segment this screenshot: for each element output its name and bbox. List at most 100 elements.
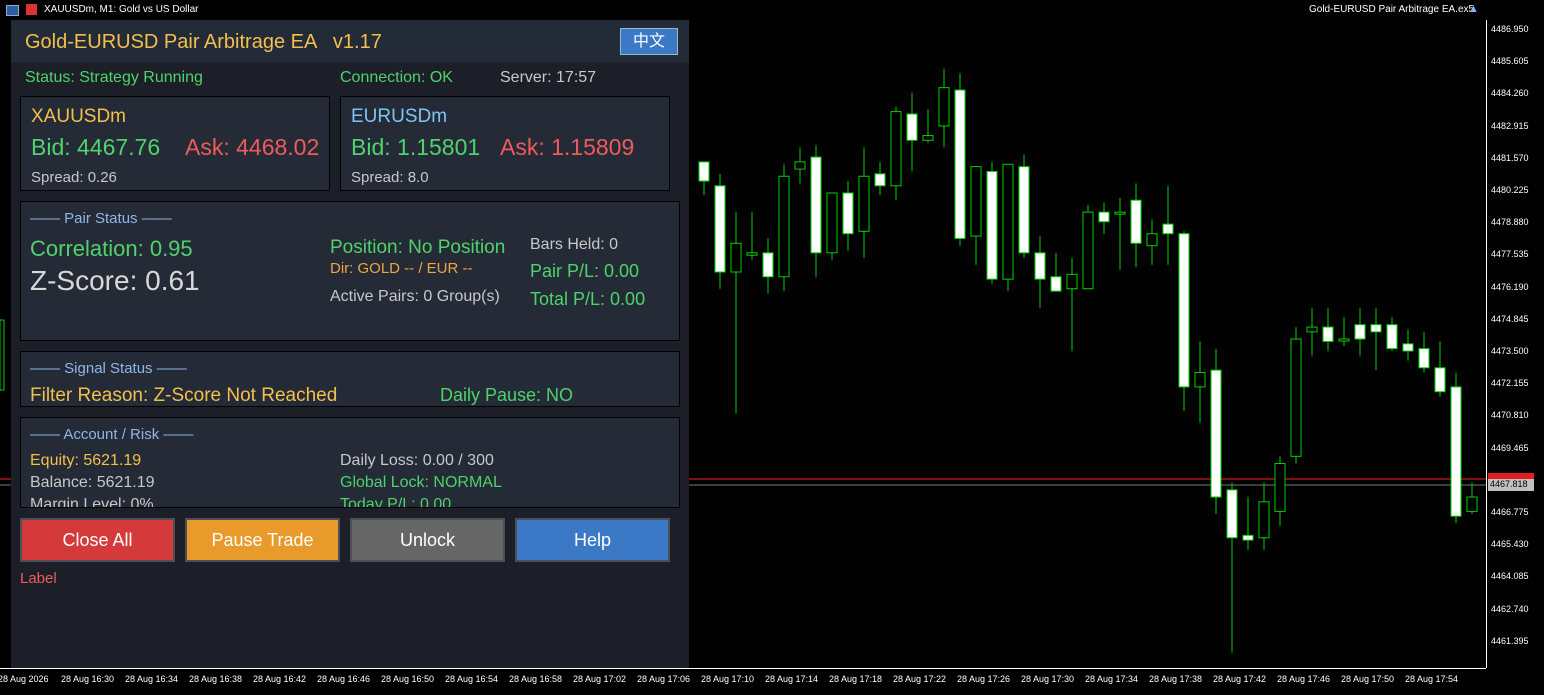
candle-body — [1418, 348, 1430, 369]
time-tick: 28 Aug 17:30 — [1021, 674, 1075, 684]
candle-body — [746, 252, 758, 256]
ea-hat-icon[interactable]: ▲ — [1468, 3, 1479, 15]
label-text: Label — [20, 570, 57, 587]
position-text: Position: No Position — [330, 237, 506, 258]
price-tick: 4484.260 — [1491, 88, 1529, 99]
candle-body — [1146, 233, 1158, 247]
candle-body — [1194, 372, 1206, 388]
daily-loss: Daily Loss: 0.00 / 300 — [340, 452, 494, 469]
unlock-button[interactable]: Unlock — [350, 518, 505, 562]
price-tick: 4480.225 — [1491, 185, 1529, 195]
equity: Equity: 5621.19 — [30, 452, 142, 469]
price-tick: 4485.605 — [1491, 56, 1529, 67]
correlation: Correlation: 0.95 — [30, 236, 193, 261]
time-tick: 28 Aug 17:22 — [893, 674, 947, 684]
candle-body — [1290, 338, 1302, 457]
time-tick: 28 Aug 2026 — [0, 674, 49, 684]
candle-body — [1402, 343, 1414, 352]
candle-body — [1130, 199, 1142, 244]
signal-status-header: —— Signal Status —— — [30, 360, 187, 377]
price-tick: 4469.465 — [1491, 442, 1529, 453]
candle-body — [1466, 496, 1478, 512]
candles — [698, 68, 1478, 653]
price-tick: 4481.570 — [1491, 152, 1529, 163]
total-pl: Total P/L: 0.00 — [530, 289, 646, 309]
panel-title: Gold-EURUSD Pair Arbitrage EA v1.17 — [25, 31, 382, 53]
price-tick: 4465.430 — [1491, 539, 1529, 550]
candle-body — [730, 242, 742, 273]
time-tick: 28 Aug 17:38 — [1149, 674, 1203, 684]
edge-candle-left — [0, 319, 5, 391]
ea-panel: Gold-EURUSD Pair Arbitrage EA v1.17 中文 S… — [11, 20, 689, 668]
pair-status-header: —— Pair Status —— — [30, 210, 172, 227]
window-title: XAUUSDm, M1: Gold vs US Dollar — [44, 4, 199, 15]
time-tick: 28 Aug 16:50 — [381, 674, 435, 684]
pair-pl: Pair P/L: 0.00 — [530, 261, 640, 281]
price-axis[interactable]: 4486.950 4485.605 4484.260 4482.915 4481.570… — [1486, 20, 1544, 668]
candle-body — [762, 252, 774, 278]
time-axis[interactable]: 28 Aug 2026 28 Aug 16:30 28 Aug 16:34 28 Au… — [0, 668, 1486, 695]
time-tick: 28 Aug 16:46 — [317, 674, 371, 684]
xau-symbol: XAUUSDm — [31, 106, 127, 127]
candle-body — [986, 170, 998, 280]
direction-text: Dir: GOLD -- / EUR -- — [330, 260, 473, 277]
candle-body — [890, 111, 902, 187]
time-tick: 28 Aug 17:42 — [1213, 674, 1267, 684]
bid-price-tag — [1488, 473, 1534, 479]
active-pairs: Active Pairs: 0 Group(s) — [330, 288, 500, 305]
xau-box: XAUUSDm Bid: 4467.76 Ask: 4468.02 Spread… — [20, 96, 330, 191]
xau-spread: Spread: 0.26 — [31, 169, 117, 186]
help-button[interactable]: Help — [515, 518, 670, 562]
candle-body — [1114, 211, 1126, 215]
price-tick: 4461.395 — [1491, 635, 1529, 646]
candle-body — [826, 192, 838, 254]
candle-body — [698, 161, 710, 182]
language-button[interactable]: 中文 — [620, 28, 678, 55]
chart-type-icon[interactable] — [6, 5, 19, 16]
candle-body — [1386, 324, 1398, 350]
price-tick: 4466.775 — [1491, 507, 1529, 517]
candle-body — [1434, 367, 1446, 393]
pause-trade-button[interactable]: Pause Trade — [185, 518, 340, 562]
window-title-bar: XAUUSDm, M1: Gold vs US Dollar Gold-EURU… — [0, 0, 1544, 20]
time-tick: 28 Aug 17:14 — [765, 674, 819, 684]
candle-body — [1274, 463, 1286, 512]
candle-body — [970, 166, 982, 237]
daily-pause: Daily Pause: NO — [440, 385, 574, 405]
time-tick: 28 Aug 17:34 — [1085, 674, 1139, 684]
connection-text: Connection: OK — [340, 69, 453, 86]
time-tick: 28 Aug 17:54 — [1405, 674, 1459, 684]
candle-body — [1050, 276, 1062, 292]
candle-body — [1306, 326, 1318, 333]
xau-ask: Ask: 4468.02 — [185, 134, 320, 160]
time-tick: 28 Aug 17:26 — [957, 674, 1011, 684]
time-tick: 28 Aug 17:02 — [573, 674, 627, 684]
candle-body — [1210, 369, 1222, 498]
price-tick: 4474.845 — [1491, 313, 1529, 324]
candle-body — [842, 192, 854, 235]
bars-held: Bars Held: 0 — [530, 236, 619, 253]
time-tick: 28 Aug 17:10 — [701, 674, 755, 684]
candle-body — [1162, 223, 1174, 235]
today-pl: Today P/L: 0.00 — [340, 496, 452, 508]
status-text: Status: Strategy Running — [25, 69, 203, 86]
candle-body — [1098, 211, 1110, 223]
price-tick: 4462.740 — [1491, 603, 1529, 614]
time-tick: 28 Aug 16:42 — [253, 674, 307, 684]
close-all-button[interactable]: Close All — [20, 518, 175, 562]
time-tick: 28 Aug 16:38 — [189, 674, 243, 684]
eur-box: EURUSDm Bid: 1.15801 Ask: 1.15809 Spread… — [340, 96, 670, 191]
price-tick: 4472.155 — [1491, 378, 1529, 389]
current-price-tag: 4467.818 — [1488, 478, 1534, 491]
candle-body — [954, 89, 966, 239]
candle-body — [1258, 501, 1270, 539]
candle-body — [778, 175, 790, 278]
balance: Balance: 5621.19 — [30, 474, 155, 491]
symbol-icon[interactable] — [26, 4, 37, 15]
price-tick: 4470.810 — [1491, 410, 1529, 421]
filter-reason: Filter Reason: Z-Score Not Reached — [30, 385, 338, 406]
server-time: Server: 17:57 — [500, 69, 597, 86]
time-tick: 28 Aug 16:58 — [509, 674, 563, 684]
price-tick: 4477.535 — [1491, 249, 1529, 260]
price-tick: 4464.085 — [1491, 571, 1529, 582]
